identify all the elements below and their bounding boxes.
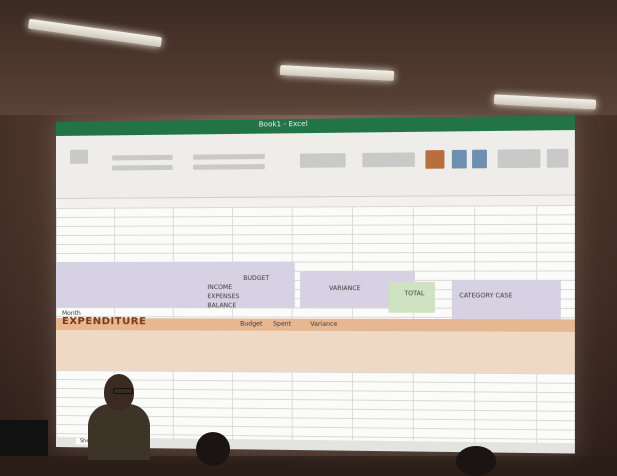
total-band	[389, 282, 435, 313]
budget-band	[56, 262, 295, 308]
row-label-income: INCOME	[207, 284, 232, 291]
ribbon-button[interactable]	[547, 149, 569, 168]
budget-header: BUDGET	[243, 275, 269, 282]
expenditure-heading: EXPENDITURE	[62, 316, 147, 327]
ribbon-button[interactable]	[425, 150, 444, 169]
ribbon-button[interactable]	[70, 150, 88, 164]
month-label: Month	[62, 310, 81, 317]
audience-head	[456, 446, 496, 476]
ribbon-button[interactable]	[193, 164, 265, 170]
row-label-balance: BALANCE	[207, 302, 236, 309]
notes-band	[56, 330, 575, 373]
ribbon-button[interactable]	[300, 153, 346, 168]
variance-header: VARIANCE	[329, 285, 361, 292]
projection-screen: Book1 - Excel BUDGET VARIANCE TOTAL CATE…	[56, 115, 575, 453]
row-label-expenses: EXPENSES	[207, 293, 239, 300]
category-header: CATEGORY CASE	[459, 292, 512, 299]
glasses-icon	[113, 388, 133, 394]
window-title: Book1 - Excel	[259, 120, 308, 129]
col-label-spent: Spent	[273, 321, 291, 328]
ribbon-button[interactable]	[472, 150, 487, 169]
shadow-corner	[0, 420, 48, 456]
ribbon-button[interactable]	[193, 154, 265, 160]
ribbon-button[interactable]	[112, 165, 173, 171]
col-label-budget: Budget	[240, 321, 262, 328]
presenter-body	[88, 404, 150, 460]
col-label-variance: Variance	[310, 321, 337, 328]
audience-head	[196, 432, 230, 466]
category-band	[452, 280, 561, 319]
excel-ribbon	[56, 130, 575, 199]
ribbon-button[interactable]	[112, 155, 173, 161]
total-header: TOTAL	[404, 290, 424, 297]
ribbon-button[interactable]	[452, 150, 467, 169]
ribbon-button[interactable]	[498, 149, 541, 168]
ribbon-button[interactable]	[362, 152, 414, 167]
